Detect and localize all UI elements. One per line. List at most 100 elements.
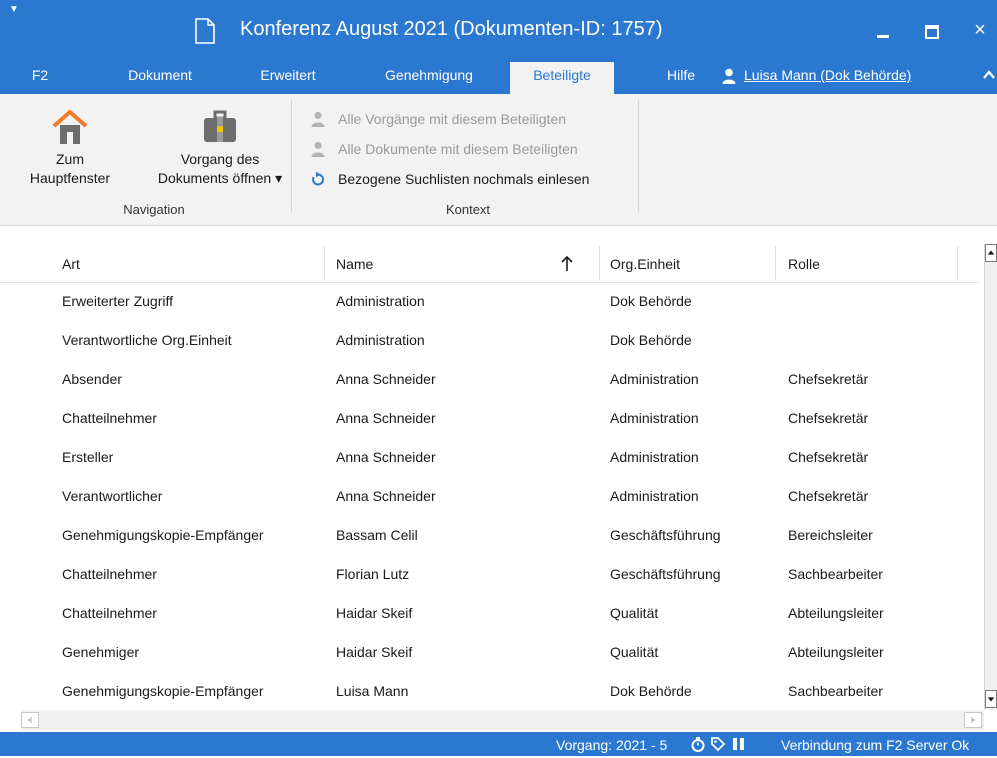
scroll-down-icon[interactable] [985, 690, 997, 708]
cell-name: Haidar Skeif [336, 644, 413, 660]
table-row[interactable]: Genehmiger Haidar Skeif Qualität Abteilu… [0, 633, 980, 672]
column-divider[interactable] [957, 246, 958, 280]
window-title: Konferenz August 2021 (Dokumenten-ID: 17… [240, 18, 663, 40]
person-icon [311, 141, 325, 157]
home-icon [52, 110, 88, 144]
vertical-scrollbar[interactable] [984, 244, 997, 710]
cell-org-einheit: Administration [610, 371, 699, 387]
home-button-label-2: Hauptfenster [29, 170, 111, 186]
cell-art: Verantwortliche Org.Einheit [62, 332, 232, 348]
column-header-art[interactable]: Art [62, 244, 80, 282]
cell-art: Ersteller [62, 449, 114, 465]
tab-erweitert[interactable]: Erweitert [248, 62, 328, 94]
cell-art: Absender [62, 371, 122, 387]
cell-org-einheit: Dok Behörde [610, 332, 692, 348]
person-icon [311, 111, 325, 127]
status-bar: Vorgang: 2021 - 5 Verbindung zum F2 Serv… [0, 732, 997, 756]
participants-table: Art Name Org.Einheit Rolle Erweiterter Z… [0, 226, 997, 710]
open-vorgang-label-2: Dokuments öffnen ▾ [157, 170, 283, 186]
table-row[interactable]: Genehmigungskopie-Empfänger Bassam Celil… [0, 516, 980, 555]
cell-org-einheit: Geschäftsführung [610, 527, 721, 543]
table-row[interactable]: Chatteilnehmer Haidar Skeif Qualität Abt… [0, 594, 980, 633]
scroll-right-icon[interactable] [964, 712, 982, 728]
table-row[interactable]: Ersteller Anna Schneider Administration … [0, 438, 980, 477]
tab-hilfe[interactable]: Hilfe [658, 62, 704, 94]
cell-name: Luisa Mann [336, 683, 409, 699]
cell-name: Anna Schneider [336, 371, 436, 387]
group-separator [638, 100, 639, 212]
user-link[interactable]: Luisa Mann (Dok Behörde) [744, 62, 911, 94]
table-row[interactable]: Absender Anna Schneider Administration C… [0, 360, 980, 399]
column-header-rolle[interactable]: Rolle [788, 244, 820, 282]
cell-org-einheit: Dok Behörde [610, 293, 692, 309]
cell-rolle: Sachbearbeiter [788, 683, 883, 699]
cell-name: Anna Schneider [336, 488, 436, 504]
cell-rolle: Chefsekretär [788, 410, 869, 426]
cell-org-einheit: Geschäftsführung [610, 566, 721, 582]
refresh-icon [312, 171, 325, 186]
cell-rolle: Chefsekretär [788, 371, 869, 387]
ribbon-tabs: F2 Dokument Erweitert Genehmigung Beteil… [0, 62, 997, 94]
scroll-left-icon[interactable] [21, 712, 39, 728]
collapse-ribbon-icon[interactable] [982, 68, 996, 82]
table-row[interactable]: Verantwortliche Org.Einheit Administrati… [0, 321, 980, 360]
tab-beteiligte[interactable]: Beteiligte [510, 62, 614, 94]
cell-name: Administration [336, 332, 425, 348]
tab-f2[interactable]: F2 [20, 62, 60, 94]
tag-icon[interactable] [710, 736, 726, 752]
all-vorgaenge-label: Alle Vorgänge mit diesem Beteiligten [338, 111, 567, 127]
cell-art: Genehmiger [62, 644, 140, 660]
cell-art: Chatteilnehmer [62, 605, 157, 621]
cell-rolle: Abteilungsleiter [788, 605, 884, 621]
cell-org-einheit: Administration [610, 488, 699, 504]
document-icon [195, 18, 215, 44]
table-row[interactable]: Verantwortlicher Anna Schneider Administ… [0, 477, 980, 516]
cell-rolle: Sachbearbeiter [788, 566, 883, 582]
cell-name: Haidar Skeif [336, 605, 413, 621]
cell-rolle: Chefsekretär [788, 488, 869, 504]
cell-rolle: Bereichsleiter [788, 527, 873, 543]
column-divider[interactable] [775, 246, 776, 280]
cell-org-einheit: Dok Behörde [610, 683, 692, 699]
title-bar: ▼ Konferenz August 2021 (Dokumenten-ID: … [0, 0, 997, 62]
cell-org-einheit: Qualität [610, 644, 659, 660]
tab-genehmigung[interactable]: Genehmigung [370, 62, 488, 94]
reload-searchlists-label: Bezogene Suchlisten nochmals einlesen [338, 171, 590, 187]
status-vorgang: Vorgang: 2021 - 5 [556, 737, 668, 753]
group-separator [291, 100, 292, 212]
table-row[interactable]: Genehmigungskopie-Empfänger Luisa Mann D… [0, 672, 980, 710]
table-row[interactable]: Erweiterter Zugriff Administration Dok B… [0, 282, 980, 321]
all-dokumente-label: Alle Dokumente mit diesem Beteiligten [338, 141, 578, 157]
kontext-group-label: Kontext [445, 202, 491, 217]
cell-org-einheit: Qualität [610, 605, 659, 621]
tab-dokument[interactable]: Dokument [110, 62, 210, 94]
cell-art: Chatteilnehmer [62, 566, 157, 582]
open-vorgang-button[interactable]: Vorgang des Dokuments öffnen ▾ [150, 108, 290, 196]
close-icon[interactable]: × [966, 16, 994, 44]
scroll-up-icon[interactable] [985, 244, 997, 262]
table-row[interactable]: Chatteilnehmer Florian Lutz Geschäftsfüh… [0, 555, 980, 594]
minimize-icon[interactable] [871, 20, 895, 44]
horizontal-scrollbar[interactable] [21, 710, 984, 730]
column-header-name[interactable]: Name [336, 244, 373, 282]
pause-icon[interactable] [731, 736, 747, 752]
quick-access-menu-icon[interactable]: ▼ [9, 4, 19, 15]
cell-rolle: Chefsekretär [788, 449, 869, 465]
home-button[interactable]: Zum Hauptfenster [14, 108, 126, 196]
user-icon [722, 68, 736, 84]
briefcase-icon [204, 110, 236, 142]
status-connection: Verbindung zum F2 Server Ok [781, 737, 970, 753]
stopwatch-icon[interactable] [690, 736, 706, 752]
column-header-org-einheit[interactable]: Org.Einheit [610, 244, 680, 282]
open-vorgang-label-1: Vorgang des [180, 151, 260, 167]
cell-art: Genehmigungskopie-Empfänger [62, 527, 264, 543]
maximize-icon[interactable] [920, 20, 944, 44]
home-button-label-1: Zum [56, 151, 84, 167]
table-row[interactable]: Chatteilnehmer Anna Schneider Administra… [0, 399, 980, 438]
column-divider[interactable] [324, 246, 325, 280]
cell-rolle: Abteilungsleiter [788, 644, 884, 660]
column-divider[interactable] [599, 246, 600, 280]
table-header: Art Name Org.Einheit Rolle [0, 244, 980, 283]
cell-name: Anna Schneider [336, 410, 436, 426]
cell-name: Anna Schneider [336, 449, 436, 465]
